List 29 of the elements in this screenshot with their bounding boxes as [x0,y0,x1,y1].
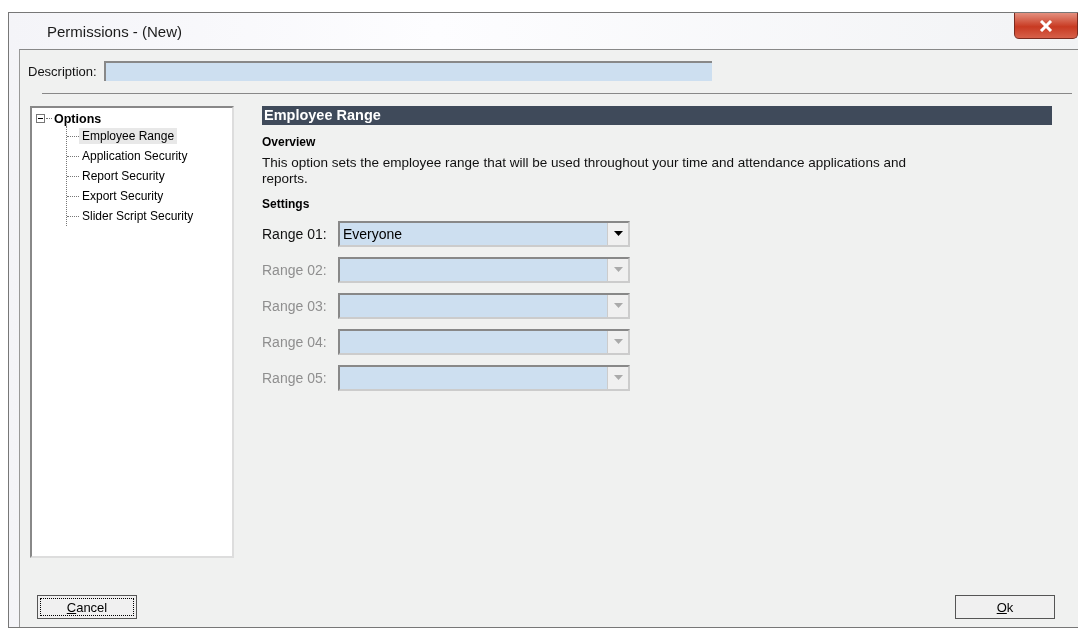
range-label: Range 01: [262,225,328,242]
range-dropdown[interactable]: Everyone [338,220,630,247]
range-dropdown[interactable] [338,292,630,319]
tree-root-label[interactable]: Options [54,111,102,126]
tree-item[interactable]: Application Security [79,148,191,164]
tree-item[interactable]: Export Security [79,188,167,204]
close-button[interactable] [1014,13,1078,39]
collapse-icon[interactable] [36,114,45,123]
description-label: Description: [28,63,97,79]
range-label: Range 04: [262,333,328,350]
dropdown-value: Everyone [342,225,403,242]
tree-item[interactable]: Slider Script Security [79,208,197,224]
range-label: Range 05: [262,369,328,386]
tree-item[interactable]: Employee Range [79,128,178,144]
range-dropdown[interactable] [338,328,630,355]
section-header: Employee Range [262,106,1052,125]
range-dropdown[interactable] [338,256,630,283]
description-field[interactable] [103,61,712,81]
range-label: Range 02: [262,261,328,278]
close-icon [1039,19,1053,32]
dialog-button[interactable]: Ok [955,595,1055,619]
overview-heading: Overview [262,135,317,149]
window-title: Permissions - (New) [47,22,182,40]
tree-item[interactable]: Report Security [79,168,168,184]
range-label: Range 03: [262,297,328,314]
range-dropdown[interactable] [338,364,630,391]
overview-text: This option sets the employee range that will be used throughout your time and attendance applications and reports. [262,155,907,187]
settings-heading: Settings [262,197,311,211]
dialog-button[interactable]: Cancel [37,595,137,619]
